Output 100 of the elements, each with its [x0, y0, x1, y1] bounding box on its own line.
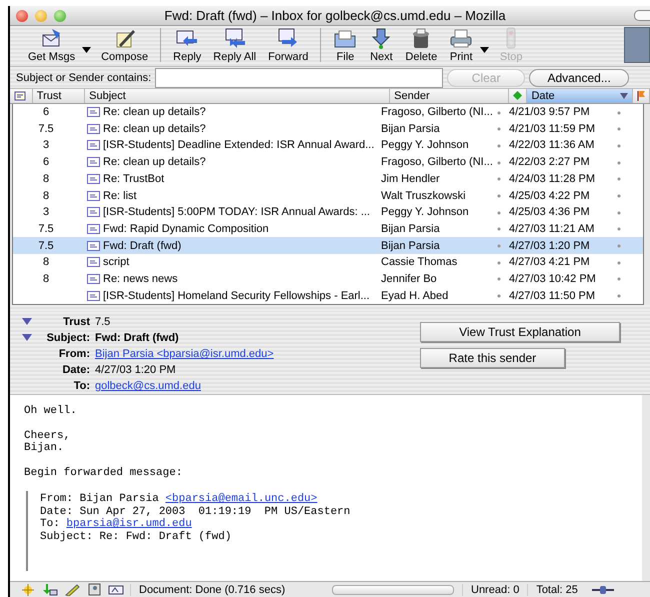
field-label: Trust	[62, 316, 91, 328]
toolbar-button[interactable]: Delete	[399, 27, 444, 66]
message-row[interactable]: [ISR-Students] Homeland Security Fellowships - Earl... Eyad H. Abed 4/27/03 11:50 PM	[13, 287, 643, 304]
column-header[interactable]: Trust	[32, 88, 86, 103]
email-link[interactable]: Bijan Parsia <bparsia@isr.umd.edu>	[95, 348, 274, 360]
date-cell-text: 4/25/03 4:22 PM	[509, 190, 591, 202]
status-message: Document: Done (0.716 secs)	[130, 584, 324, 596]
trust-cell-text: 7.5	[37, 240, 55, 252]
sender-cell-text: Peggy Y. Johnson	[380, 139, 470, 152]
subject-cell: Fwd: Rapid Dynamic Composition	[103, 222, 269, 235]
trust-cell-text: 6	[42, 156, 50, 168]
trust-cell-text: 6	[42, 106, 50, 118]
date-cell-text: 4/27/03 1:20 PM	[509, 240, 591, 252]
body-text: Cheers,	[24, 430, 72, 442]
trust-cell-text: 3	[42, 139, 50, 152]
trust-cell-text: 7.5	[37, 122, 55, 135]
message-row[interactable]: 7.5 Fwd: Rapid Dynamic Composition Bijan Parsia 4/27/03 11:21 AM	[13, 220, 643, 238]
field-label: To:	[72, 380, 91, 392]
sender-cell-text: Walt Truszkowski	[380, 190, 467, 202]
sender-cell-text: Eyad H. Abed	[380, 290, 450, 302]
sender-cell-text: Peggy Y. Johnson	[380, 206, 470, 218]
sender-cell-text: Jim Hendler	[380, 172, 441, 185]
date-cell-text: 4/22/03 2:27 PM	[509, 156, 591, 168]
toolbar-button[interactable]: Print	[443, 27, 494, 66]
quote-line: Date: Sun Apr 27, 2003 01:19:19 PM US/Eastern	[40, 506, 352, 518]
subject-cell: Re: clean up details?	[103, 106, 206, 118]
quote-line: From: Bijan Parsia <bparsia@email.unc.edu>	[40, 493, 318, 506]
subject-cell: [ISR-Students] Homeland Security Fellowships - Earl...	[103, 290, 370, 302]
message-row[interactable]: 8 Re: list Walt Truszkowski 4/25/03 4:22 PM	[13, 187, 643, 204]
field-value: 4/27/03 1:20 PM	[95, 364, 176, 376]
toolbar-button[interactable]: Reply	[167, 27, 208, 66]
sender-cell-text: Bijan Parsia	[380, 240, 441, 252]
message-row[interactable]: 6 Re: clean up details? Fragoso, Gilberto (NI... 4/21/03 9:57 PM	[13, 104, 643, 120]
date-cell-text: 4/21/03 11:59 PM	[509, 122, 596, 135]
date-cell-text: 4/27/03 10:42 PM	[509, 272, 597, 285]
subject-cell: Re: TrustBot	[103, 172, 164, 185]
sender-cell-text: Jennifer Bo	[380, 272, 438, 285]
message-row[interactable]: 3 [ISR-Students] Deadline Extended: ISR Annual Award... Peggy Y. Johnson 4/22/03 11:36 AM	[13, 137, 643, 154]
message-row[interactable]: 7.5 Fwd: Draft (fwd) Bijan Parsia 4/27/03 1:20 PM	[13, 237, 643, 254]
field-label: Date:	[61, 364, 91, 376]
message-row[interactable]: 3 [ISR-Students] 5:00PM TODAY: ISR Annual Awards: ... Peggy Y. Johnson 4/25/03 4:36 PM	[13, 204, 643, 221]
view-trust-button[interactable]: View Trust Explanation	[420, 322, 620, 342]
email-link[interactable]: golbeck@cs.umd.edu	[95, 380, 201, 392]
sender-cell-text: Fragoso, Gilberto (NI...	[380, 106, 494, 118]
date-cell-text: 4/27/03 11:50 PM	[509, 290, 596, 302]
window-title: Fwd: Draft (fwd) – Inbox for golbeck@cs.umd.edu – Mozilla	[163, 8, 507, 24]
subject-cell: [ISR-Students] Deadline Extended: ISR Annual Award...	[103, 139, 374, 152]
message-row[interactable]: 8 Re: TrustBot Jim Hendler 4/24/03 11:28 PM	[13, 170, 643, 188]
advanced-button[interactable]: Advanced...	[529, 68, 630, 86]
trust-cell-text: 8	[42, 256, 50, 268]
body-text: Bijan.	[24, 442, 65, 455]
trust-cell-text: 7.5	[37, 222, 55, 235]
unread-count: Unread: 0	[462, 584, 528, 596]
rate-sender-button[interactable]: Rate this sender	[420, 348, 565, 368]
message-row[interactable]: 6 Re: clean up details? Fragoso, Gilberto (NI... 4/22/03 2:27 PM	[13, 154, 643, 170]
date-cell-text: 4/24/03 11:28 PM	[509, 172, 596, 185]
toolbar-button[interactable]: Reply All	[207, 27, 262, 66]
trust-cell-text: 8	[42, 172, 50, 185]
toolbar-button[interactable]: Forward	[262, 27, 314, 66]
message-row[interactable]: 8 Re: news news Jennifer Bo 4/27/03 10:42 PM	[13, 270, 643, 288]
quote-line: To: bparsia@isr.umd.edu	[40, 518, 193, 531]
date-cell-text: 4/22/03 11:36 AM	[509, 139, 596, 152]
subject-cell: Re: news news	[103, 272, 178, 285]
email-link[interactable]: bparsia@isr.umd.edu	[66, 518, 192, 530]
column-header[interactable]: Date	[531, 90, 555, 102]
field-label: From:	[58, 348, 91, 360]
email-link[interactable]: <bparsia@email.unc.edu>	[165, 493, 318, 506]
quote-line: Subject: Re: Fwd: Draft (fwd)	[40, 530, 232, 544]
field-label: Subject:	[46, 332, 91, 344]
sender-cell-text: Bijan Parsia	[380, 222, 441, 235]
toolbar-button[interactable]: Next	[363, 27, 400, 66]
subject-cell: Re: clean up details?	[103, 156, 206, 168]
sender-cell-text: Bijan Parsia	[380, 122, 441, 135]
field-value: Fwd: Draft (fwd)	[95, 332, 179, 344]
subject-cell: Re: list	[103, 190, 137, 202]
trust-cell-text: 8	[42, 272, 50, 285]
trust-cell-text: 3	[42, 206, 50, 218]
date-cell-text: 4/21/03 9:57 PM	[509, 106, 591, 118]
search-label: Subject or Sender contains:	[16, 72, 152, 84]
field-value: 7.5	[95, 316, 110, 328]
trust-cell-text: 8	[42, 190, 50, 202]
subject-cell: Re: clean up details?	[103, 122, 206, 135]
sender-cell-text: Cassie Thomas	[380, 256, 458, 268]
body-text: Begin forwarded message:	[24, 466, 184, 480]
column-header[interactable]: Sender	[390, 88, 509, 103]
sender-cell-text: Fragoso, Gilberto (NI...	[380, 156, 494, 168]
body-text: Oh well.	[24, 405, 78, 418]
toolbar-button[interactable]: File	[327, 27, 364, 66]
date-cell-text: 4/27/03 11:21 AM	[509, 222, 596, 235]
total-count: Total: 25	[527, 584, 586, 596]
date-cell-text: 4/25/03 4:36 PM	[509, 206, 591, 218]
subject-cell: script	[103, 256, 130, 268]
column-header[interactable]: Subject	[85, 88, 390, 103]
date-cell-text: 4/27/03 4:21 PM	[509, 256, 591, 268]
subject-cell: [ISR-Students] 5:00PM TODAY: ISR Annual Awards: ...	[103, 206, 370, 218]
message-row[interactable]: 7.5 Re: clean up details? Bijan Parsia 4/21/03 11:59 PM	[13, 120, 643, 138]
toolbar-button[interactable]: Get Msgs	[22, 27, 96, 66]
message-row[interactable]: 8 script Cassie Thomas 4/27/03 4:21 PM	[13, 254, 643, 271]
toolbar-button[interactable]: Compose	[95, 27, 154, 66]
subject-cell: Fwd: Draft (fwd)	[103, 240, 182, 252]
